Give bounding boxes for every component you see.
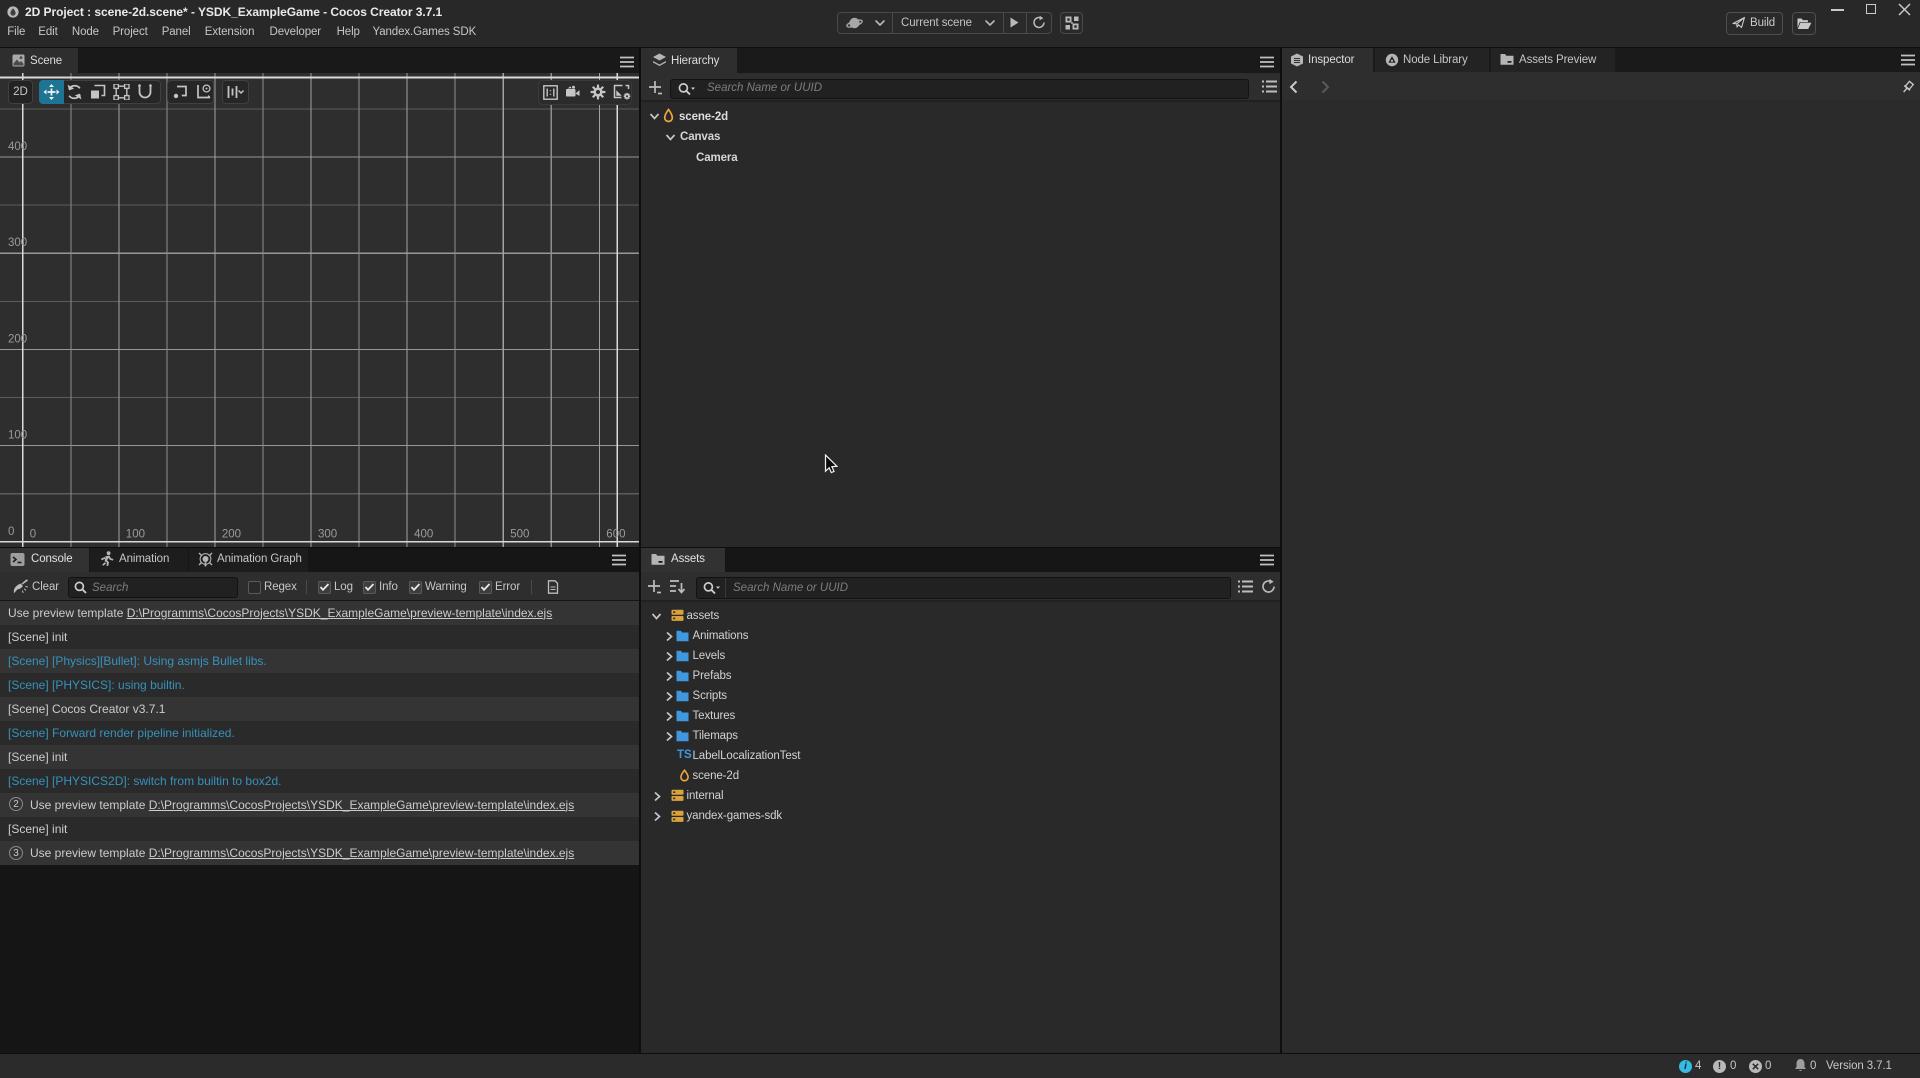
svg-text:400: 400 bbox=[8, 141, 27, 153]
svg-text:100: 100 bbox=[126, 529, 145, 541]
svg-text:200: 200 bbox=[8, 333, 27, 345]
svg-text:300: 300 bbox=[8, 237, 27, 249]
svg-text:0: 0 bbox=[30, 529, 36, 541]
svg-text:100: 100 bbox=[8, 430, 27, 442]
svg-text:500: 500 bbox=[510, 529, 529, 541]
svg-text:600: 600 bbox=[606, 529, 625, 541]
svg-text:300: 300 bbox=[318, 529, 337, 541]
svg-text:400: 400 bbox=[414, 529, 433, 541]
svg-text:200: 200 bbox=[222, 529, 241, 541]
svg-text:0: 0 bbox=[8, 526, 14, 538]
